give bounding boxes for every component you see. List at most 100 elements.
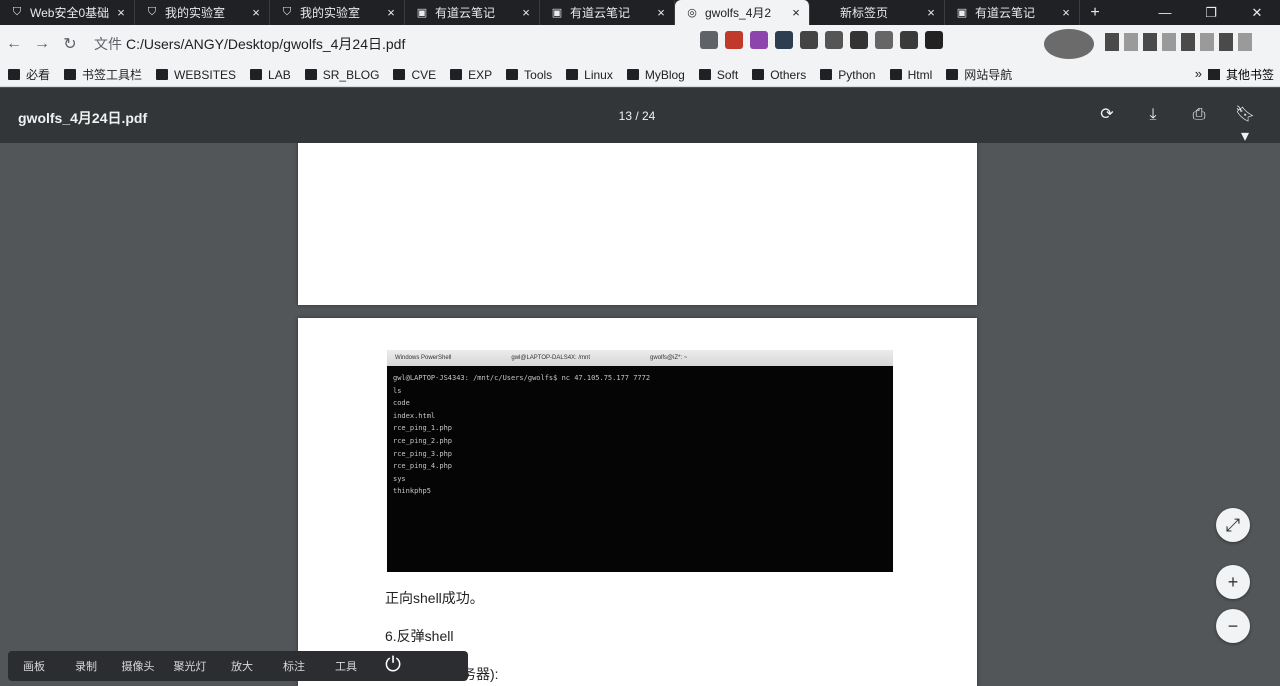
new-tab-button[interactable]: + <box>1080 0 1110 25</box>
browser-tab[interactable]: ▣ 有道云笔记 × <box>405 0 540 25</box>
note-icon: ▣ <box>956 7 968 19</box>
browser-tab[interactable]: ◎ gwolfs_4月2 × <box>675 0 810 25</box>
extension-icon[interactable] <box>775 31 793 49</box>
bookmark-label: Python <box>838 67 876 82</box>
bookmark-folder[interactable]: MyBlog <box>626 68 685 82</box>
pdf-viewer[interactable]: Windows PowerShell gwl@LAPTOP-DALS4X: /mn… <box>0 143 1280 686</box>
bookmark-folder[interactable]: SR_BLOG <box>304 67 380 82</box>
close-icon[interactable]: × <box>519 5 533 20</box>
bookmark-folder[interactable]: Linux <box>566 68 613 82</box>
close-icon[interactable]: × <box>384 5 398 20</box>
tab-title: 有道云笔记 <box>975 6 1036 20</box>
close-icon[interactable]: × <box>114 5 128 20</box>
terminal-titlebar: Windows PowerShell gwl@LAPTOP-DALS4X: /mn… <box>387 350 893 366</box>
bookmarks-overflow-button[interactable]: » <box>1195 66 1202 81</box>
dock-tool-button[interactable]: 录制 <box>60 658 112 674</box>
reload-icon[interactable]: ↻ <box>56 34 84 54</box>
tab-title: 有道云笔记 <box>570 6 631 20</box>
recorder-dock: 画板 录制 摄像头 聚光灯 放大 标注 工具 ⏻ <box>8 651 468 681</box>
folder-icon <box>64 69 77 80</box>
extension-icon[interactable] <box>900 31 918 49</box>
terminal-line: sys <box>393 474 406 483</box>
dock-tool-button[interactable]: 标注 <box>268 658 320 674</box>
bookmark-folder[interactable]: LAB <box>250 68 291 82</box>
extension-icon[interactable] <box>925 31 943 49</box>
folder-icon <box>450 69 463 80</box>
extension-icon[interactable] <box>800 31 818 49</box>
browser-tab[interactable]: ⛉ 我的实验室 × <box>270 0 405 25</box>
extension-icon[interactable] <box>825 31 843 49</box>
pdf-toolbar: gwolfs_4月24日.pdf 13 / 24 ⟳ ⤓ ⎙ 🔖︎▾ <box>0 88 1280 145</box>
bookmark-folder[interactable]: Python <box>820 67 876 82</box>
close-icon[interactable]: × <box>789 5 803 20</box>
bookmark-folder[interactable]: EXP <box>450 68 492 82</box>
dock-tool-button[interactable]: 画板 <box>8 658 60 674</box>
other-bookmarks[interactable]: 其他书签 <box>1207 66 1274 83</box>
bookmark-folder[interactable]: Html <box>889 67 933 82</box>
page-indicator[interactable]: 13 / 24 <box>600 109 674 123</box>
rotate-icon[interactable]: ⟳ <box>1096 104 1118 126</box>
terminal-line: rce_ping_1.php <box>393 424 453 433</box>
back-icon[interactable]: ← <box>0 35 28 53</box>
tab-strip: ⛉ Web安全0基础 × ⛉ 我的实验室 × ⛉ 我的实验室 × ▣ 有道云笔记 × ▣ 有道云笔记 × ◎ g… <box>0 0 1280 25</box>
bookmark-folder[interactable]: 网站导航 <box>946 66 1012 83</box>
bookmark-folder[interactable]: 书签工具栏 <box>64 66 142 83</box>
forward-icon[interactable]: → <box>28 35 56 53</box>
profile-avatar[interactable] <box>1044 29 1094 59</box>
download-icon[interactable]: ⤓ <box>1142 104 1164 126</box>
close-icon[interactable]: × <box>1059 5 1073 20</box>
zoom-in-button[interactable]: + <box>1216 565 1250 599</box>
fit-page-button[interactable]: ⤢ <box>1216 508 1250 542</box>
bookmark-folder[interactable]: WEBSITES <box>156 68 236 82</box>
bookmark-folder[interactable]: Others <box>752 68 806 82</box>
folder-icon <box>393 69 406 80</box>
extension-icon[interactable] <box>875 31 893 49</box>
plus-icon: + <box>1227 571 1239 592</box>
bookmark-folder[interactable]: CVE <box>393 68 436 82</box>
close-icon[interactable]: × <box>249 5 263 20</box>
extension-icon[interactable] <box>700 31 718 49</box>
bookmark-folder[interactable]: Soft <box>698 68 738 82</box>
folder-icon <box>8 69 20 80</box>
bookmark-icon[interactable]: 🔖︎▾ <box>1234 104 1256 145</box>
close-icon[interactable]: × <box>924 5 938 20</box>
bookmark-folder[interactable]: Tools <box>506 68 552 82</box>
folder-icon <box>698 69 711 80</box>
extension-icon[interactable] <box>850 31 868 49</box>
extension-icons <box>700 31 943 49</box>
browser-tab[interactable]: ⛉ Web安全0基础 × <box>0 0 135 25</box>
browser-tab[interactable]: ▣ 有道云笔记 × <box>945 0 1080 25</box>
extension-icon[interactable] <box>725 31 743 49</box>
dock-tool-button[interactable]: 摄像头 <box>112 658 164 674</box>
browser-tab[interactable]: ⛉ 我的实验室 × <box>135 0 270 25</box>
note-icon: ▣ <box>416 7 428 19</box>
folder-icon <box>250 69 263 80</box>
bookmark-label: 必看 <box>26 68 51 82</box>
folder-icon <box>1207 69 1220 80</box>
browser-tab[interactable]: ▣ 有道云笔记 × <box>540 0 675 25</box>
dock-tool-button[interactable]: 聚光灯 <box>164 658 216 674</box>
print-icon[interactable]: ⎙ <box>1188 104 1210 126</box>
bookmark-label: Html <box>907 67 933 82</box>
terminal-line: gwl@LAPTOP-JS4343: /mnt/c/Users/gwolfs$ … <box>393 374 651 382</box>
close-icon[interactable]: × <box>654 5 668 20</box>
dock-tool-button[interactable]: 工具 <box>320 658 372 674</box>
pdf-page <box>298 143 977 305</box>
zoom-out-button[interactable]: − <box>1216 609 1250 643</box>
extension-icon[interactable] <box>750 31 768 49</box>
browser-tab[interactable]: 新标签页 × <box>810 0 945 25</box>
close-window-button[interactable]: ✕ <box>1234 0 1280 25</box>
terminal-line: rce_ping_2.php <box>393 436 453 445</box>
minimize-button[interactable]: — <box>1142 0 1188 25</box>
bookmark-label: WEBSITES <box>174 67 237 82</box>
note-icon: ▣ <box>551 7 563 19</box>
maximize-button[interactable]: ❐ <box>1188 0 1234 25</box>
other-bookmarks-label: 其他书签 <box>1225 68 1274 82</box>
minus-icon: − <box>1227 615 1239 636</box>
bookmark-folder[interactable]: 必看 <box>8 66 50 83</box>
dock-tool-button[interactable]: 放大 <box>216 658 268 674</box>
address-bar[interactable]: 文件 C:/Users/ANGY/Desktop/gwolfs_4月24日.pd… <box>88 30 628 58</box>
power-icon[interactable]: ⏻ <box>378 651 408 681</box>
tab-title: gwolfs_4月2 <box>705 6 772 20</box>
bookmark-label: SR_BLOG <box>322 67 380 82</box>
